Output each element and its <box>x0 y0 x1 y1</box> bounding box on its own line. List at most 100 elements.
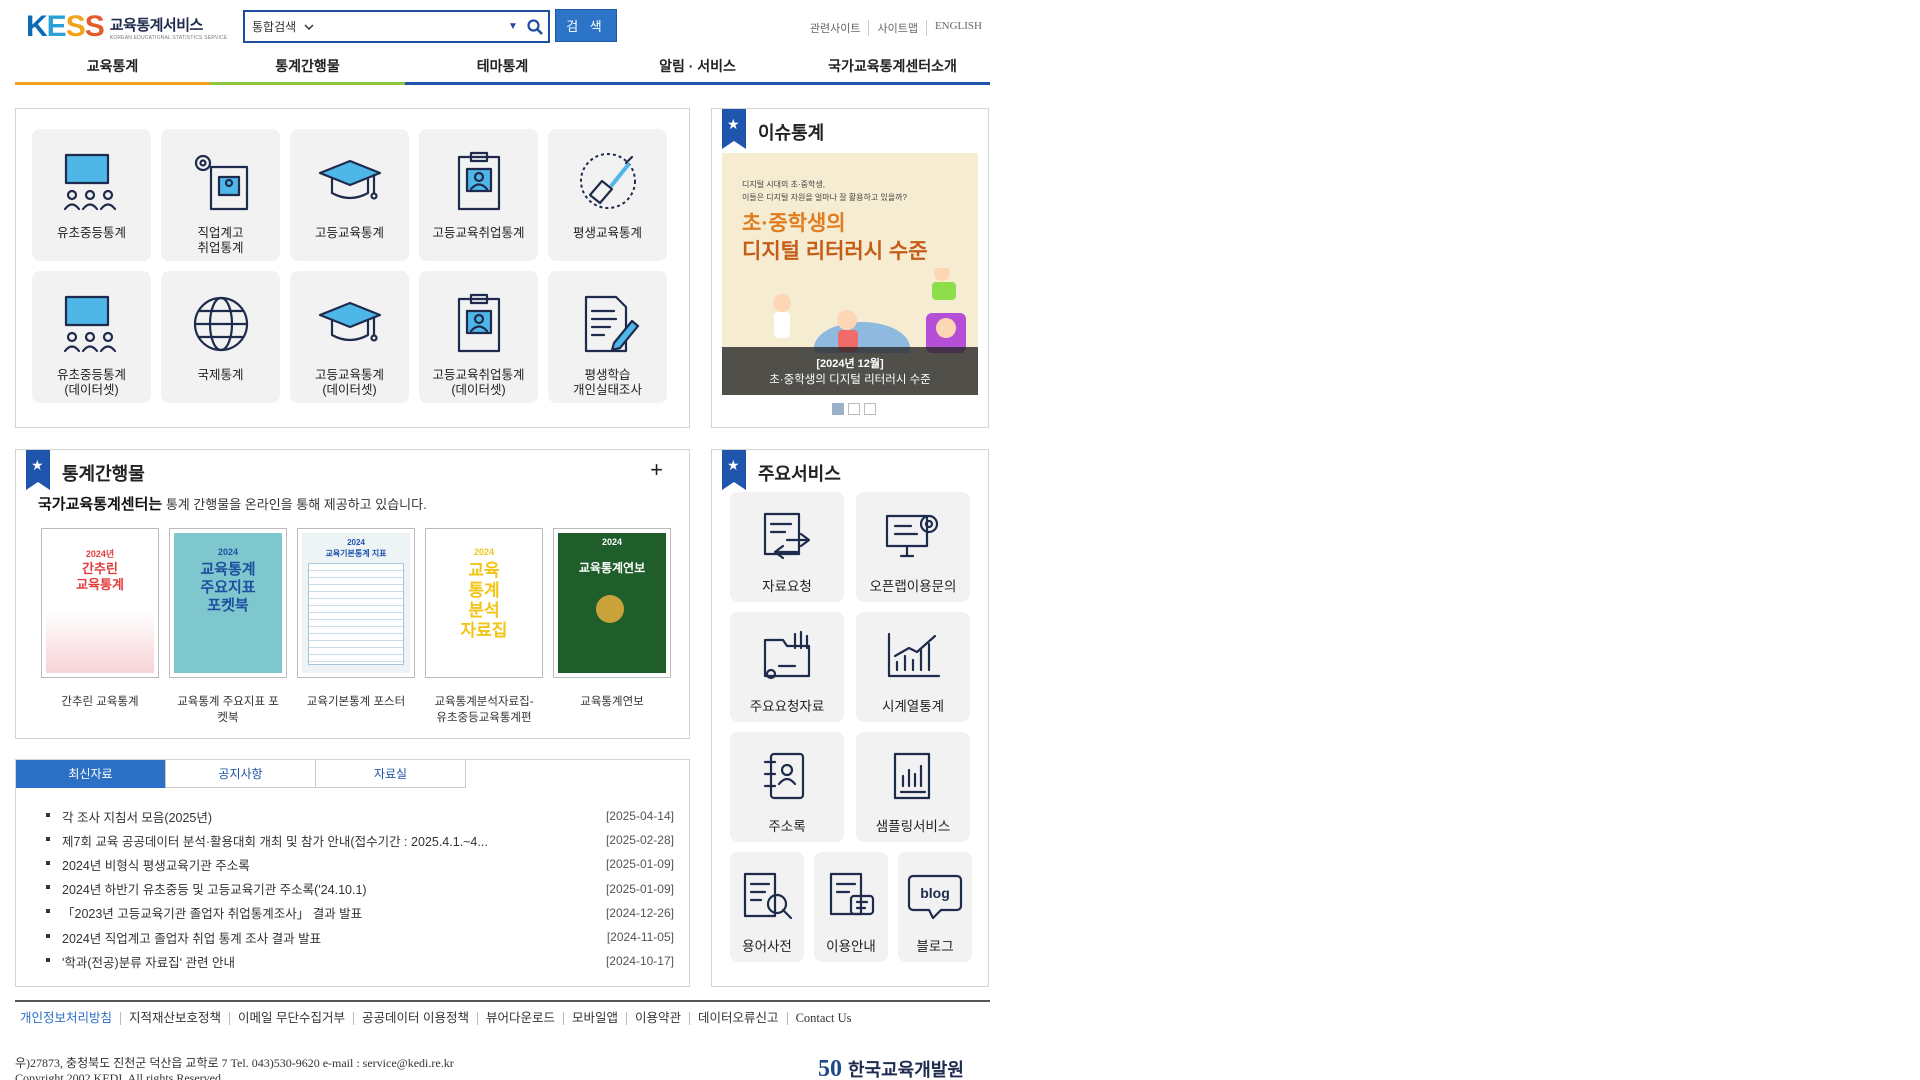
notice-date: [2024-11-05] <box>606 930 674 945</box>
gnb-item-publications[interactable]: 통계간행물 <box>210 52 405 86</box>
gnb-item-center-intro[interactable]: 국가교육통계센터소개 <box>795 52 990 86</box>
main-navigation: 교육통계 통계간행물 테마통계 알림 · 서비스 국가교육통계센터소개 <box>15 52 990 86</box>
service-item[interactable]: blog 블로그 <box>898 852 972 962</box>
notice-item[interactable]: 각 조사 지침서 모음(2025년) [2025-04-14] <box>46 804 674 828</box>
hand-pen-icon <box>576 151 640 218</box>
gnb-bar-segment <box>600 82 795 85</box>
service-item[interactable]: 이용안내 <box>814 852 888 962</box>
gnb-item-theme-stats[interactable]: 테마통계 <box>405 52 600 86</box>
publication-item[interactable]: 2024 교육 통계 분석 자료집 교육통계분석자료집- 유초중등교육통계편 <box>425 528 543 726</box>
service-item[interactable]: 오픈랩이용문의 <box>856 492 970 602</box>
cover-title: 2024 교육기본통계 지표 <box>325 538 387 558</box>
footer-link[interactable]: 이용약관 <box>627 1012 691 1025</box>
service-item[interactable]: 샘플링서비스 <box>856 732 970 842</box>
kess-logo[interactable]: KESS 교육통계서비스 KOREAN EDUCATIONAL STATISTI… <box>26 12 227 42</box>
util-link-related-sites[interactable]: 관련사이트 <box>802 20 870 36</box>
notice-item[interactable]: 「2023년 고등교육기관 졸업자 취업통계조사」 결과 발표 [2024-12… <box>46 901 674 925</box>
search-type-label: 통합검색 <box>252 20 297 34</box>
footer-link[interactable]: 이메일 무단수집거부 <box>230 1012 355 1025</box>
dropdown-caret-icon[interactable]: ▼ <box>508 21 522 32</box>
search-icon[interactable] <box>522 18 548 35</box>
notice-date: [2024-10-17] <box>605 954 674 969</box>
gnb-item-education-stats[interactable]: 교육통계 <box>15 52 210 86</box>
stats-tiles: 유초중등통계 직업계고 취업통계 고등교육통계 고등교육취업통계 평생교육통계 … <box>32 129 667 403</box>
footer-link[interactable]: 지적재산보호정책 <box>121 1012 231 1025</box>
util-link-english[interactable]: ENGLISH <box>927 20 990 36</box>
more-plus-icon[interactable]: + <box>650 459 663 481</box>
kedi-logo[interactable]: 50 한국교육개발원 <box>818 1056 964 1080</box>
kedi-name: 한국교육개발원 <box>848 1060 964 1080</box>
stats-tile-label: 직업계고 취업통계 <box>197 226 244 255</box>
footer-link[interactable]: 데이터오류신고 <box>690 1012 788 1025</box>
publication-item[interactable]: 2024 교육기본통계 지표 교육기본통계 포스터 <box>297 528 415 726</box>
stats-tile[interactable]: 국제통계 <box>161 271 280 403</box>
publication-cover[interactable]: 2024년 간추린 교육통계 <box>41 528 159 678</box>
notice-date: [2025-02-28] <box>605 833 674 848</box>
publication-cover[interactable]: 2024 교육통계 주요지표 포켓북 <box>169 528 287 678</box>
cover-title: 교육통계 주요지표 포켓북 <box>200 561 256 614</box>
footer-link[interactable]: Contact Us <box>788 1012 860 1025</box>
footer-link[interactable]: 뷰어다운로드 <box>478 1012 565 1025</box>
notice-title[interactable]: 2024년 직업계고 졸업자 취업 통계 조사 결과 발표 <box>46 928 321 947</box>
slide-dot[interactable] <box>832 403 844 415</box>
stats-tile[interactable]: 평생학습 개인실태조사 <box>548 271 667 403</box>
notice-title[interactable]: 2024년 하반기 유초중등 및 고등교육기관 주소록('24.10.1) <box>46 879 367 898</box>
gnb-item-notice-service[interactable]: 알림 · 서비스 <box>600 52 795 86</box>
stats-tile[interactable]: 고등교육취업통계 (데이터셋) <box>419 271 538 403</box>
publication-item[interactable]: 2024 교육통계 주요지표 포켓북 교육통계 주요지표 포 켓북 <box>169 528 287 726</box>
notice-title[interactable]: 「2023년 고등교육기관 졸업자 취업통계조사」 결과 발표 <box>46 903 362 922</box>
publication-item[interactable]: 2024년 간추린 교육통계 간추린 교육통계 <box>41 528 159 726</box>
publications-title: 통계간행물 <box>62 464 145 484</box>
stats-tile[interactable]: 직업계고 취업통계 <box>161 129 280 261</box>
star-icon: ★ <box>31 457 44 473</box>
cover-emblem <box>596 595 624 623</box>
stats-tile[interactable]: 고등교육통계 <box>290 129 409 261</box>
slide-dot[interactable] <box>848 403 860 415</box>
stats-tile[interactable]: 유초중등통계 (데이터셋) <box>32 271 151 403</box>
tab-latest[interactable]: 최신자료 <box>16 760 166 788</box>
service-item[interactable]: 자료요청 <box>730 492 844 602</box>
service-item[interactable]: 주소록 <box>730 732 844 842</box>
service-item[interactable]: 주요요청자료 <box>730 612 844 722</box>
notice-title[interactable]: 제7회 교육 공공데이터 분석·활용대회 개최 및 참가 안내(접수기간 : 2… <box>46 831 488 850</box>
service-item[interactable]: 시계열통계 <box>856 612 970 722</box>
search-type-select[interactable]: 통합검색 <box>245 12 327 41</box>
publication-cover[interactable]: 2024 교육통계연보 <box>553 528 671 678</box>
notice-title[interactable]: 2024년 비형식 평생교육기관 주소록 <box>46 855 250 874</box>
stats-tile[interactable]: 고등교육취업통계 <box>419 129 538 261</box>
issue-banner[interactable]: 디지털 시대의 초·중학생, 이들은 디지털 자원을 얼마나 잘 활용하고 있을… <box>722 153 978 395</box>
document-pen-icon <box>576 293 640 360</box>
publication-item[interactable]: 2024 교육통계연보 교육통계연보 <box>553 528 671 726</box>
stats-panel: 유초중등통계 직업계고 취업통계 고등교육통계 고등교육취업통계 평생교육통계 … <box>15 108 690 428</box>
dictionary-search-icon <box>737 852 797 927</box>
slide-dot[interactable] <box>864 403 876 415</box>
service-label: 자료요청 <box>762 579 812 594</box>
notice-panel: 최신자료 공지사항 자료실 각 조사 지침서 모음(2025년) [2025-0… <box>15 759 690 987</box>
publication-cover[interactable]: 2024 교육기본통계 지표 <box>297 528 415 678</box>
panel-flag: ★ <box>26 450 50 490</box>
data-request-icon <box>757 492 817 567</box>
search-button[interactable]: 검 색 <box>555 9 617 42</box>
notice-item[interactable]: '학과(전공)분류 자료집' 관련 안내 [2024-10-17] <box>46 949 674 973</box>
publication-cover[interactable]: 2024 교육 통계 분석 자료집 <box>425 528 543 678</box>
tab-notice[interactable]: 공지사항 <box>166 760 316 788</box>
footer-link[interactable]: 개인정보처리방침 <box>20 1012 122 1025</box>
footer-link[interactable]: 모바일앱 <box>564 1012 628 1025</box>
search-input[interactable] <box>327 12 508 41</box>
notice-title[interactable]: 각 조사 지침서 모음(2025년) <box>46 807 212 826</box>
cover-year: 2024 <box>601 537 623 547</box>
notice-item[interactable]: 2024년 비형식 평생교육기관 주소록 [2025-01-09] <box>46 852 674 876</box>
util-link-sitemap[interactable]: 사이트맵 <box>869 20 927 36</box>
footer-link[interactable]: 공공데이터 이용정책 <box>354 1012 478 1025</box>
tab-archive[interactable]: 자료실 <box>316 760 466 788</box>
service-item[interactable]: 용어사전 <box>730 852 804 962</box>
logo-mark: KESS <box>26 10 105 43</box>
notice-item[interactable]: 2024년 직업계고 졸업자 취업 통계 조사 결과 발표 [2024-11-0… <box>46 925 674 949</box>
notice-item[interactable]: 2024년 하반기 유초중등 및 고등교육기관 주소록('24.10.1) [2… <box>46 877 674 901</box>
stats-tile[interactable]: 유초중등통계 <box>32 129 151 261</box>
stats-tile[interactable]: 고등교육통계 (데이터셋) <box>290 271 409 403</box>
board-people-icon <box>60 151 124 218</box>
stats-tile[interactable]: 평생교육통계 <box>548 129 667 261</box>
notice-title[interactable]: '학과(전공)분류 자료집' 관련 안내 <box>46 952 235 971</box>
notice-item[interactable]: 제7회 교육 공공데이터 분석·활용대회 개최 및 참가 안내(접수기간 : 2… <box>46 828 674 852</box>
